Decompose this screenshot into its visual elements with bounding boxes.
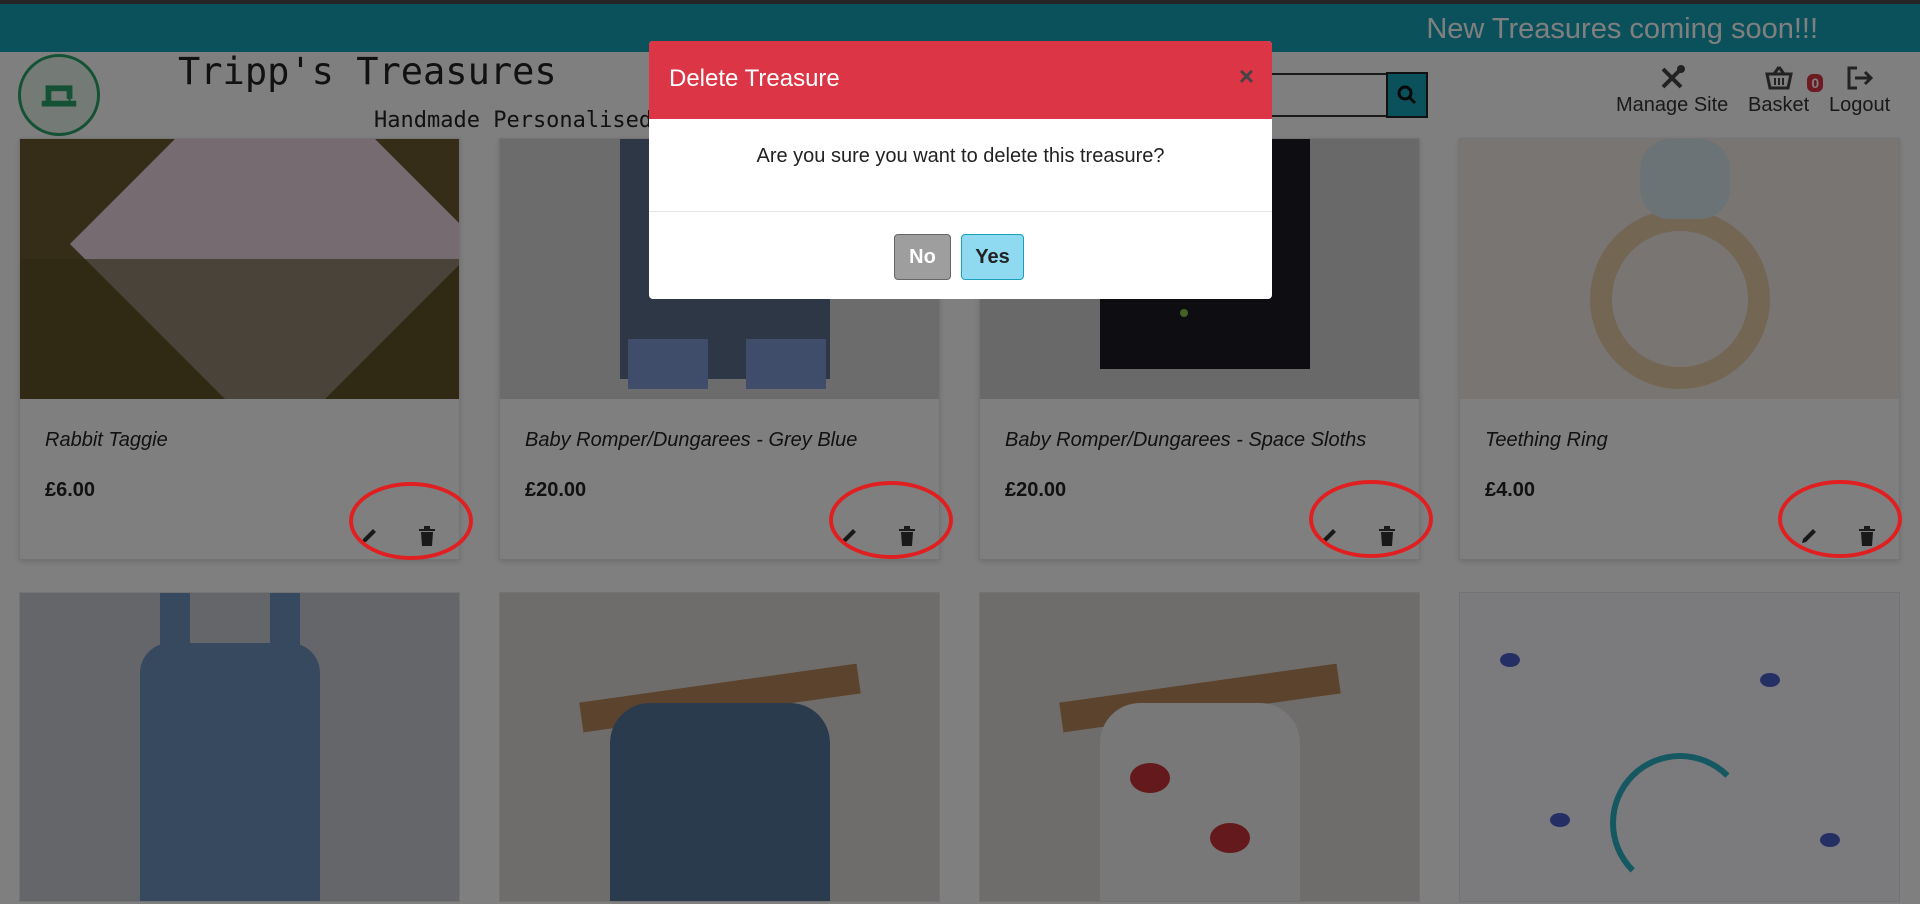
highlight-ring: [349, 482, 473, 560]
yes-button[interactable]: Yes: [961, 234, 1024, 280]
modal-header: Delete Treasure ×: [649, 41, 1272, 119]
modal-message: Are you sure you want to delete this tre…: [649, 119, 1272, 212]
modal-footer: No Yes: [649, 212, 1272, 299]
close-icon[interactable]: ×: [1239, 61, 1254, 92]
highlight-ring: [1778, 480, 1902, 558]
delete-confirm-modal: Delete Treasure × Are you sure you want …: [649, 41, 1272, 299]
no-button[interactable]: No: [894, 234, 951, 280]
highlight-ring: [829, 481, 953, 559]
modal-title: Delete Treasure: [669, 65, 840, 92]
highlight-ring: [1309, 480, 1433, 558]
